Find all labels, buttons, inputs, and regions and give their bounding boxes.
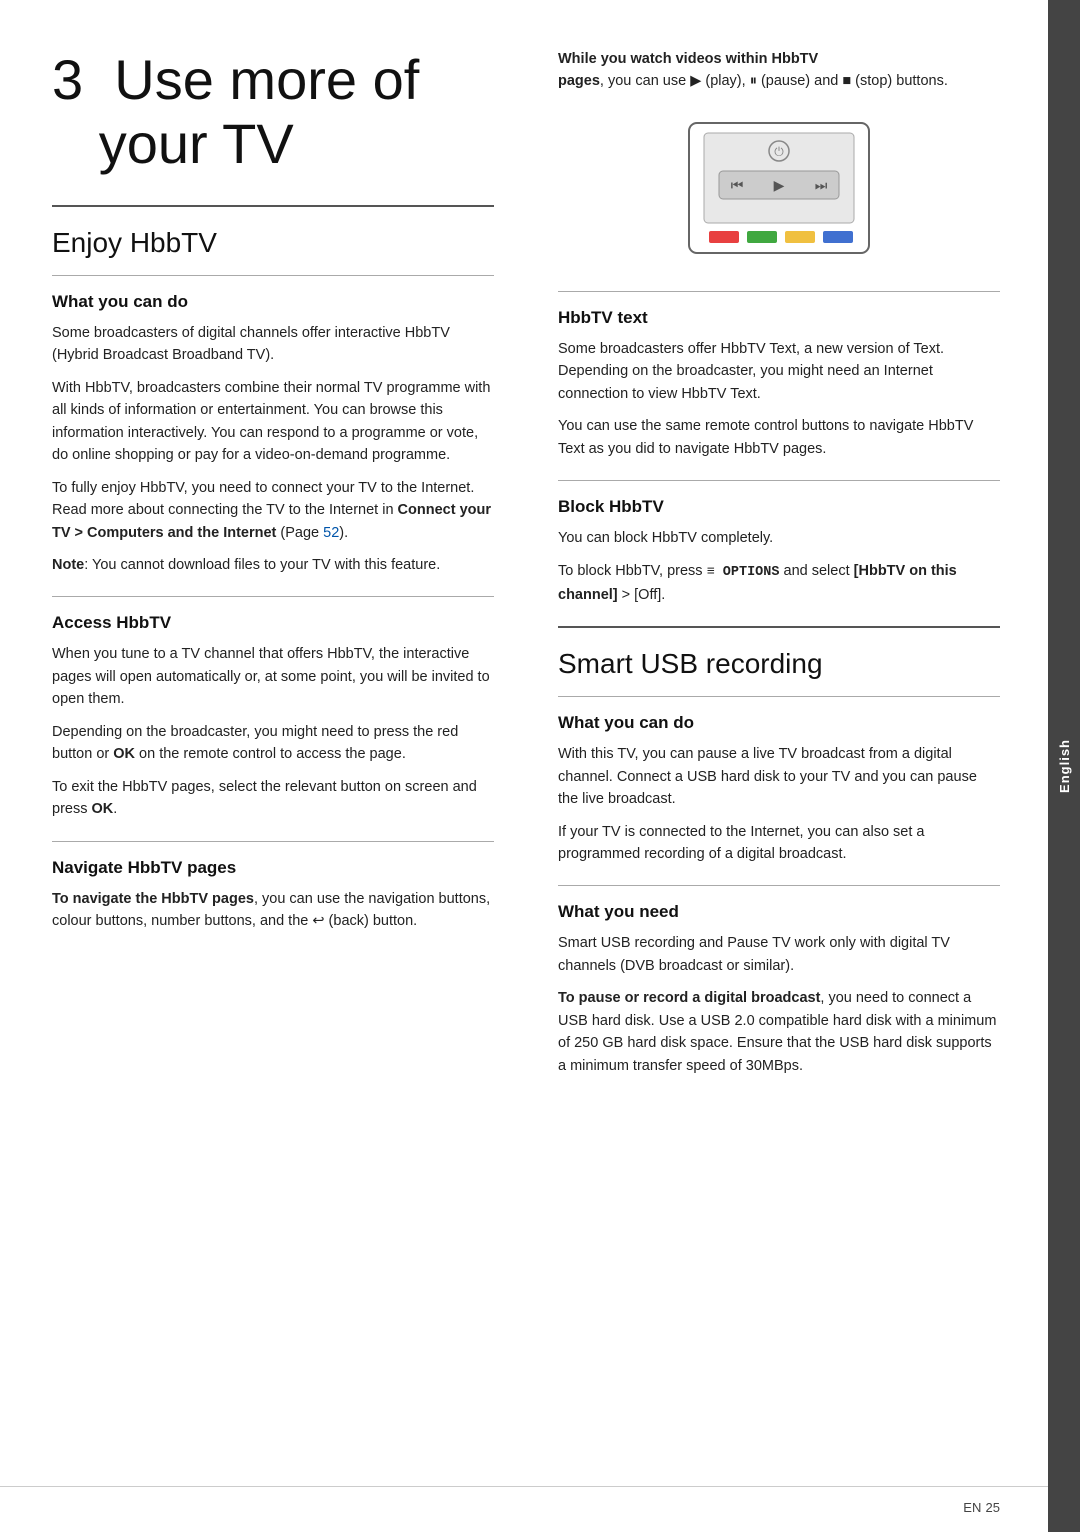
what-you-need-para2: To pause or record a digital broadcast, … [558, 987, 1000, 1077]
smart-usb-title: Smart USB recording [558, 648, 1000, 680]
what-you-can-do-heading: What you can do [52, 292, 494, 312]
access-hbbtv-para3: To exit the HbbTV pages, select the rele… [52, 776, 494, 821]
block-para2-options: ≡ OPTIONS [707, 565, 780, 580]
navigate-para1-bold: To navigate the HbbTV pages [52, 891, 254, 907]
hbbtv-text-divider [558, 291, 1000, 292]
what-you-need-heading: What you need [558, 902, 1000, 922]
svg-text:⏮: ⏮ [731, 177, 744, 193]
smart-usb-para2: If your TV is connected to the Internet,… [558, 821, 1000, 866]
section-divider-1 [52, 275, 494, 276]
main-content: 3 Use more of your TV Enjoy HbbTV What y… [0, 0, 1048, 1532]
right-column: While you watch videos within HbbTV page… [550, 48, 1000, 1484]
hbbtv-text-heading: HbbTV text [558, 308, 1000, 328]
access-para3-suffix: . [113, 801, 117, 817]
chapter-divider [52, 205, 494, 207]
while-watch-pages-bold: pages [558, 73, 600, 89]
need-para2-bold: To pause or record a digital broadcast [558, 990, 820, 1006]
tv-remote-svg: ⏻ ⏮ ▶ ⏭ [679, 113, 879, 273]
block-para2-suffix: > [Off]. [618, 587, 666, 603]
block-hbbtv-divider [558, 480, 1000, 481]
navigate-hbbtv-block: Navigate HbbTV pages To navigate the Hbb… [52, 858, 494, 935]
navigate-hbbtv-para1: To navigate the HbbTV pages, you can use… [52, 888, 494, 933]
note-text: : You cannot download files to your TV w… [84, 557, 440, 573]
svg-text:⏭: ⏭ [815, 177, 828, 193]
language-side-tab: English [1048, 0, 1080, 1532]
block-hbbtv-para1: You can block HbbTV completely. [558, 527, 1000, 549]
enjoy-hbbtv-title: Enjoy HbbTV [52, 227, 494, 259]
what-you-can-do-para3: To fully enjoy HbbTV, you need to connec… [52, 477, 494, 544]
footer-page-number: 25 [986, 1500, 1000, 1515]
access-hbbtv-heading: Access HbbTV [52, 613, 494, 633]
side-tab-label: English [1057, 739, 1072, 793]
section-divider-2 [52, 596, 494, 597]
access-para2-ok: OK [113, 746, 135, 762]
smart-usb-para1: With this TV, you can pause a live TV br… [558, 743, 1000, 810]
while-watch-para: While you watch videos within HbbTV page… [558, 48, 1000, 93]
chapter-title-line1: Use more of [114, 48, 419, 111]
para3-suffix: (Page [276, 525, 323, 541]
block-hbbtv-heading: Block HbbTV [558, 497, 1000, 517]
block-hbbtv-block: Block HbbTV You can block HbbTV complete… [558, 497, 1000, 608]
para3-end: ). [339, 525, 348, 541]
smart-usb-divider [558, 626, 1000, 628]
footer-bar: EN 25 [0, 1486, 1048, 1532]
what-you-can-do-para1: Some broadcasters of digital channels of… [52, 322, 494, 367]
while-watch-block: While you watch videos within HbbTV page… [558, 48, 1000, 95]
what-you-can-do-note: Note: You cannot download files to your … [52, 554, 494, 576]
smart-usb-section: Smart USB recording What you can do With… [558, 648, 1000, 1079]
block-para2-prefix: To block HbbTV, press [558, 563, 707, 579]
chapter-title: 3 Use more of your TV [52, 48, 494, 177]
smart-usb-what-you-can-do: What you can do With this TV, you can pa… [558, 713, 1000, 867]
hbbtv-text-para2: You can use the same remote control butt… [558, 415, 1000, 460]
hbbtv-text-para1: Some broadcasters offer HbbTV Text, a ne… [558, 338, 1000, 405]
para3-page: 52 [323, 525, 339, 541]
svg-text:⏻: ⏻ [774, 144, 784, 158]
what-you-need-para1: Smart USB recording and Pause TV work on… [558, 932, 1000, 977]
while-watch-text: , you can use ▶ (play), ⏸ (pause) and ■ … [600, 73, 948, 89]
chapter-number: 3 [52, 48, 83, 111]
what-you-can-do-para2: With HbbTV, broadcasters combine their n… [52, 377, 494, 467]
chapter-title-line2: your TV [99, 112, 294, 175]
note-label: Note [52, 557, 84, 573]
smart-usb-inner-divider [558, 696, 1000, 697]
tv-remote-image-area: ⏻ ⏮ ▶ ⏭ [558, 113, 1000, 273]
hbbtv-text-block: HbbTV text Some broadcasters offer HbbTV… [558, 308, 1000, 462]
while-watch-heading: While you watch videos within HbbTV [558, 51, 818, 67]
block-para2-middle: and select [779, 563, 853, 579]
access-hbbtv-para2: Depending on the broadcaster, you might … [52, 721, 494, 766]
page-container: 3 Use more of your TV Enjoy HbbTV What y… [0, 0, 1080, 1532]
what-you-need-divider [558, 885, 1000, 886]
access-para3-ok: OK [92, 801, 114, 817]
access-hbbtv-block: Access HbbTV When you tune to a TV chann… [52, 613, 494, 822]
left-column: 3 Use more of your TV Enjoy HbbTV What y… [52, 48, 518, 1484]
navigate-para1-back: ↩ (back) button. [308, 913, 417, 929]
block-hbbtv-para2: To block HbbTV, press ≡ OPTIONS and sele… [558, 560, 1000, 606]
navigate-hbbtv-heading: Navigate HbbTV pages [52, 858, 494, 878]
footer-lang: EN [963, 1500, 981, 1515]
section-divider-3 [52, 841, 494, 842]
what-you-can-do-block: What you can do Some broadcasters of dig… [52, 292, 494, 579]
access-hbbtv-para1: When you tune to a TV channel that offer… [52, 643, 494, 710]
svg-text:▶: ▶ [774, 177, 785, 193]
smart-usb-what-heading: What you can do [558, 713, 1000, 733]
access-para2-suffix: on the remote control to access the page… [135, 746, 406, 762]
what-you-need-block: What you need Smart USB recording and Pa… [558, 902, 1000, 1079]
